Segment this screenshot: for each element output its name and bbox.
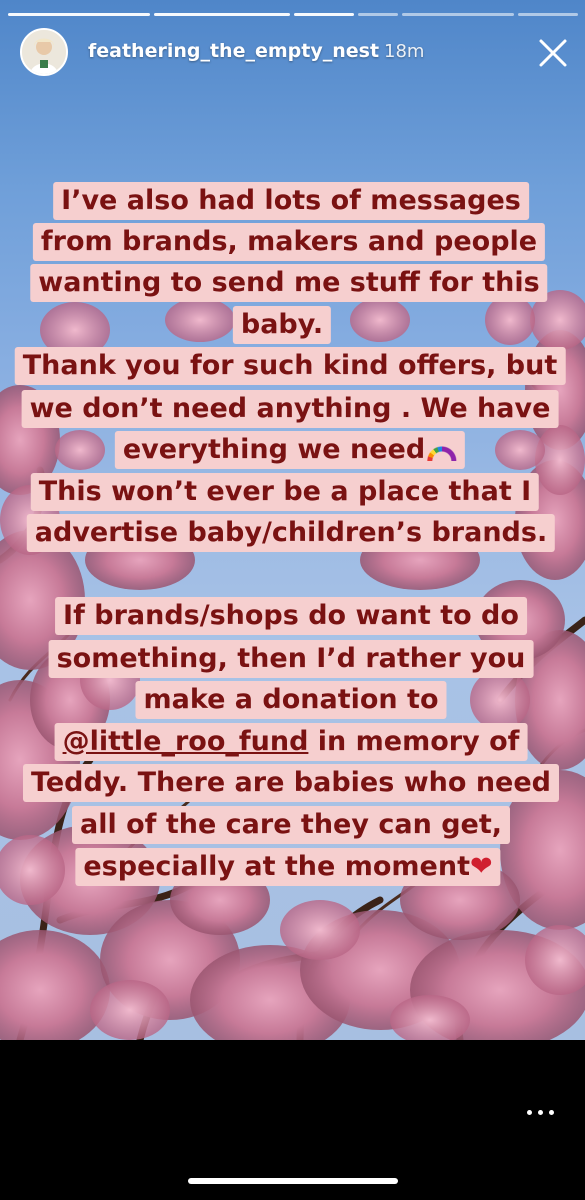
progress-segment (402, 13, 514, 16)
sticker-line: Thank you for such kind offers, but (14, 347, 566, 385)
sticker-line: from brands, makers and people (32, 223, 546, 261)
sticker-line: everything we need (114, 431, 466, 469)
sticker-line: something, then I’d rather you (48, 640, 534, 678)
progress-segment (8, 13, 150, 16)
sticker-line: we don’t need anything . We have (21, 390, 559, 428)
story-image: feathering_the_empty_nest 18m I’ve also … (0, 0, 585, 1040)
progress-segment (294, 13, 354, 16)
sticker-line: make a donation to (135, 681, 447, 719)
sticker-line: wanting to send me stuff for this (30, 264, 548, 302)
progress-segment (358, 13, 398, 16)
sticker-line: Teddy. There are babies who need (22, 764, 560, 802)
rainbow-emoji-icon (427, 435, 458, 461)
sticker-line: especially at the moment❤ (75, 848, 501, 886)
sticker-line: advertise baby/children’s brands. (26, 514, 556, 552)
sticker-line: This won’t ever be a place that I (30, 473, 540, 511)
sticker-line: all of the care they can get, (71, 806, 511, 844)
close-icon[interactable] (536, 36, 570, 70)
heart-emoji-icon: ❤ (470, 851, 493, 882)
story-timestamp: 18m (384, 41, 425, 62)
avatar[interactable] (20, 28, 68, 76)
sticker-line-text: in memory of (308, 726, 520, 757)
sticker-line: If brands/shops do want to do (55, 597, 527, 635)
sticker-line: I’ve also had lots of messages (53, 182, 529, 220)
more-options-icon[interactable] (525, 1102, 557, 1122)
sticker-line: baby. (232, 306, 332, 344)
sticker-line-text: especially at the moment (83, 851, 471, 882)
sticker-line: @little_roo_fund in memory of (54, 723, 528, 761)
progress-segment (154, 13, 290, 16)
mention-link[interactable]: @little_roo_fund (63, 726, 309, 757)
story-username[interactable]: feathering_the_empty_nest (88, 40, 379, 62)
sticker-line-text: everything we need (122, 434, 426, 465)
home-indicator (188, 1178, 398, 1184)
progress-segment (518, 13, 578, 16)
